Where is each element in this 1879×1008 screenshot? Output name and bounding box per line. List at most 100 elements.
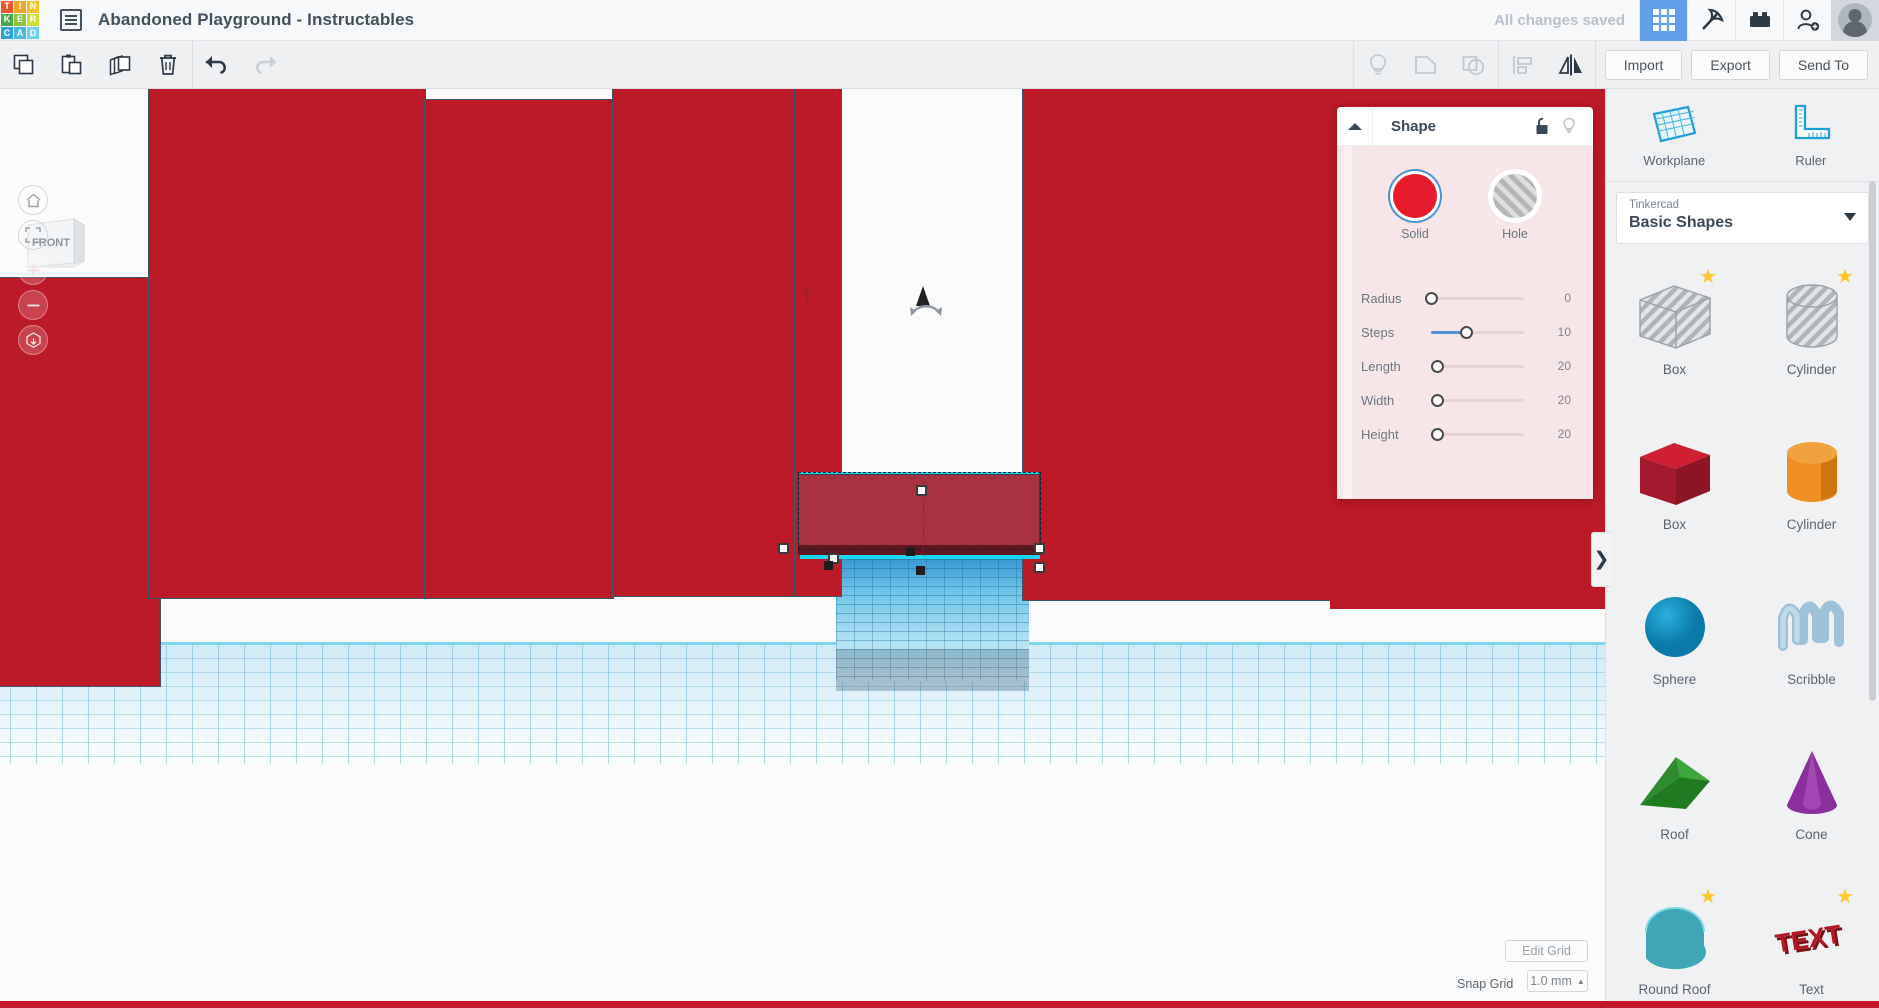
duplicate-icon[interactable]: [96, 41, 144, 88]
user-avatar[interactable]: [1831, 0, 1879, 41]
scene-wall[interactable]: [424, 99, 614, 599]
shape-item-box-2[interactable]: Box: [1606, 405, 1743, 560]
slider-track-height[interactable]: [1430, 427, 1524, 441]
slider-value-length[interactable]: 20: [1558, 359, 1593, 373]
align-icon[interactable]: [1499, 41, 1547, 88]
lego-brick-icon[interactable]: [1735, 0, 1783, 41]
slider-label-radius: Radius: [1361, 290, 1402, 306]
shape-item-text-9[interactable]: ★ TEXT TEXT Text: [1743, 870, 1879, 1008]
slider-value-steps[interactable]: 10: [1558, 325, 1593, 339]
shape-item-box-0[interactable]: ★ Box: [1606, 250, 1743, 405]
import-button[interactable]: Import: [1604, 49, 1683, 80]
scene-wall[interactable]: [1022, 89, 1338, 601]
home-view-button[interactable]: [18, 185, 48, 215]
ungroup-icon[interactable]: [1450, 41, 1498, 88]
slider-value-radius[interactable]: 0: [1564, 291, 1593, 305]
tinkercad-logo[interactable]: TIN KER CAD: [0, 0, 40, 41]
ruler-icon: [1794, 104, 1830, 140]
scale-handle-top[interactable]: [916, 485, 927, 496]
gallery-grid-icon[interactable]: [1639, 0, 1687, 41]
paste-icon[interactable]: [48, 41, 96, 88]
star-icon[interactable]: ★: [1699, 264, 1717, 289]
hole-swatch[interactable]: [1493, 174, 1537, 218]
lightbulb-icon[interactable]: [1561, 117, 1577, 136]
chevron-down-icon[interactable]: [1844, 213, 1856, 221]
shape-item-sphere-4[interactable]: Sphere: [1606, 560, 1743, 715]
collapse-sidebar-button[interactable]: ❯: [1591, 532, 1611, 587]
shape-panel-header: Shape: [1337, 106, 1593, 146]
shape-item-roof-6[interactable]: Roof: [1606, 715, 1743, 870]
shape-label: Cone: [1795, 827, 1828, 842]
slider-label-height: Height: [1361, 426, 1399, 442]
star-icon[interactable]: ★: [1836, 884, 1854, 909]
round-roof-icon: [1632, 898, 1718, 976]
edit-grid-button[interactable]: Edit Grid: [1505, 940, 1588, 962]
send-to-button[interactable]: Send To: [1778, 49, 1868, 80]
slider-track-length[interactable]: [1430, 359, 1524, 373]
workplane-tool[interactable]: Workplane: [1606, 89, 1743, 181]
perspective-toggle-button[interactable]: [18, 325, 48, 355]
rotate-arrow-icon[interactable]: [908, 299, 944, 321]
shape-item-cylinder-3[interactable]: Cylinder: [1743, 405, 1879, 560]
undo-icon[interactable]: [193, 41, 241, 88]
solid-swatch[interactable]: [1393, 174, 1437, 218]
mirror-icon[interactable]: [1547, 41, 1595, 88]
height-dashed-line: [923, 494, 924, 556]
pickaxe-icon[interactable]: [1687, 0, 1735, 41]
star-icon[interactable]: ★: [1699, 884, 1717, 909]
logo-tile-e-4: E: [14, 13, 26, 27]
slider-knob-steps[interactable]: [1460, 325, 1474, 339]
redo-icon[interactable]: [241, 41, 289, 88]
group-icon[interactable]: [1402, 41, 1450, 88]
shapes-scroll-area[interactable]: ★ Box ★ Cylinder Box Cylinder Sphere Scribble Ro…: [1606, 250, 1879, 1008]
delete-icon[interactable]: [144, 41, 192, 88]
shape-item-scribble-5[interactable]: Scribble: [1743, 560, 1879, 715]
chevron-up-icon[interactable]: ▲: [1577, 977, 1585, 986]
hole-option[interactable]: Hole: [1493, 174, 1537, 241]
slider-value-width[interactable]: 20: [1558, 393, 1593, 407]
scale-handle-black-a[interactable]: [824, 561, 833, 570]
snap-grid-label: Snap Grid: [1457, 977, 1514, 991]
project-list-icon[interactable]: [60, 9, 82, 31]
main-toolbar: Import Export Send To: [0, 41, 1879, 89]
lightbulb-icon[interactable]: [1354, 41, 1402, 88]
slider-knob-radius[interactable]: [1425, 291, 1438, 305]
snap-grid-dropdown[interactable]: 1.0 mm ▲: [1527, 970, 1588, 992]
logo-tile-k-3: K: [1, 13, 13, 27]
library-name: Basic Shapes: [1629, 214, 1734, 231]
hole-label: Hole: [1502, 227, 1528, 241]
ruler-tool[interactable]: Ruler: [1743, 89, 1879, 181]
scale-handle-black-b[interactable]: [906, 547, 915, 556]
workplane-icon: [1652, 105, 1697, 143]
zoom-in-button[interactable]: [18, 255, 48, 285]
scene-wall[interactable]: [148, 89, 426, 599]
slider-knob-length[interactable]: [1430, 359, 1444, 373]
zoom-out-button[interactable]: [18, 290, 48, 320]
slider-value-height[interactable]: 20: [1558, 427, 1593, 441]
ground-plane-edge: [0, 642, 1605, 645]
copy-icon[interactable]: [0, 41, 48, 88]
star-icon[interactable]: ★: [1836, 264, 1854, 289]
slider-knob-width[interactable]: [1430, 393, 1444, 407]
slider-track-width[interactable]: [1430, 393, 1524, 407]
shape-item-round-roof-8[interactable]: ★ Round Roof: [1606, 870, 1743, 1008]
shape-item-cylinder-1[interactable]: ★ Cylinder: [1743, 250, 1879, 405]
shape-label: Box: [1662, 517, 1687, 532]
slider-track-steps[interactable]: [1431, 325, 1524, 339]
scale-handle-left[interactable]: [778, 543, 789, 554]
solid-option[interactable]: Solid: [1393, 174, 1437, 241]
fit-to-view-button[interactable]: [18, 220, 48, 250]
scale-handle-right-top[interactable]: [1034, 543, 1045, 554]
shape-item-cone-7[interactable]: Cone: [1743, 715, 1879, 870]
add-person-icon[interactable]: [1783, 0, 1831, 41]
collapse-triangle-icon[interactable]: [1337, 106, 1373, 146]
scale-handle-right-bottom[interactable]: [1034, 562, 1045, 573]
scale-handle-black-c[interactable]: [916, 566, 925, 575]
slider-track-radius[interactable]: [1425, 291, 1524, 305]
slider-label-steps: Steps: [1361, 324, 1395, 340]
slider-knob-height[interactable]: [1430, 427, 1444, 441]
unlock-icon[interactable]: [1535, 117, 1551, 136]
shapes-scrollbar[interactable]: [1869, 181, 1876, 701]
export-button[interactable]: Export: [1691, 49, 1770, 80]
shape-library-dropdown[interactable]: Tinkercad Basic Shapes: [1616, 192, 1869, 244]
